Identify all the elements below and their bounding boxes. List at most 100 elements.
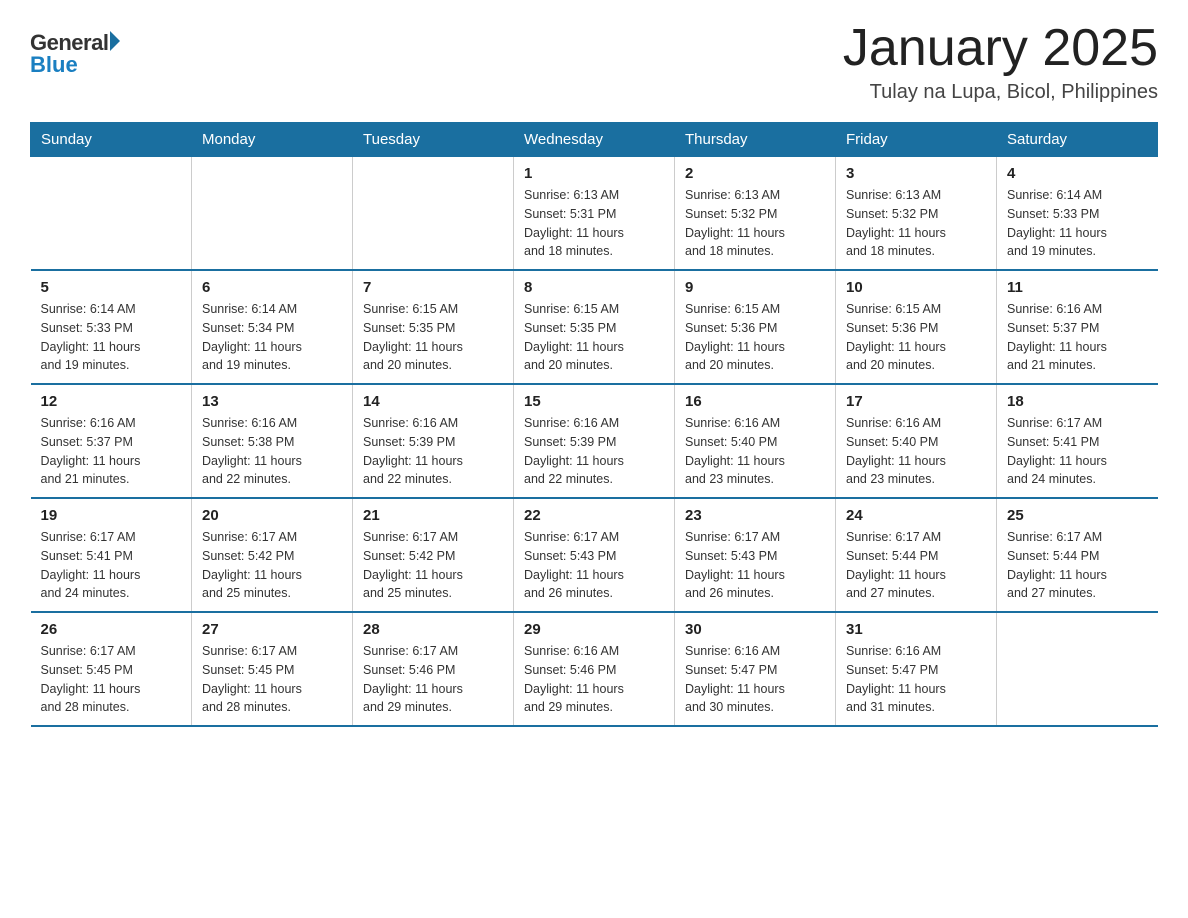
day-number: 2 — [685, 165, 825, 182]
calendar-cell: 11Sunrise: 6:16 AM Sunset: 5:37 PM Dayli… — [997, 270, 1158, 384]
header: General Blue January 2025 Tulay na Lupa,… — [30, 20, 1158, 104]
header-row: SundayMondayTuesdayWednesdayThursdayFrid… — [31, 123, 1158, 157]
week-row-2: 5 Sunrise: 6:14 AM Sunset: 5:33 PM Daylig… — [31, 270, 1158, 384]
calendar-cell — [192, 157, 353, 271]
calendar-cell — [997, 612, 1158, 726]
day-number: 29 — [524, 621, 664, 638]
month-title: January 2025 — [843, 20, 1158, 77]
day-number: 25 — [1007, 507, 1148, 524]
day-number: 9 — [685, 279, 825, 296]
col-header-friday: Friday — [836, 123, 997, 157]
calendar-cell: 9Sunrise: 6:15 AM Sunset: 5:36 PM Daylig… — [675, 270, 836, 384]
day-number: 6 — [202, 279, 342, 296]
day-number: 21 — [363, 507, 503, 524]
calendar-cell: 29Sunrise: 6:16 AM Sunset: 5:46 PM Dayli… — [514, 612, 675, 726]
day-number: 14 — [363, 393, 503, 410]
calendar-cell: 23 Sunrise: 6:17 AM Sunset: 5:43 PM Dayli… — [675, 498, 836, 612]
day-info: Sunrise: 6:14 AM Sunset: 5:33 PM Dayligh… — [1007, 186, 1148, 261]
day-number: 30 — [685, 621, 825, 638]
col-header-wednesday: Wednesday — [514, 123, 675, 157]
calendar-cell: 10Sunrise: 6:15 AM Sunset: 5:36 PM Dayli… — [836, 270, 997, 384]
calendar-cell: 1 Sunrise: 6:13 AM Sunset: 5:31 PM Daylig… — [514, 157, 675, 271]
calendar-cell: 20 Sunrise: 6:17 AM Sunset: 5:42 PM Dayli… — [192, 498, 353, 612]
day-number: 19 — [41, 507, 182, 524]
day-info: Sunrise: 6:16 AM Sunset: 5:40 PM Dayligh… — [685, 414, 825, 489]
col-header-saturday: Saturday — [997, 123, 1158, 157]
calendar-cell: 8 Sunrise: 6:15 AM Sunset: 5:35 PM Daylig… — [514, 270, 675, 384]
calendar-cell: 18 Sunrise: 6:17 AM Sunset: 5:41 PM Dayli… — [997, 384, 1158, 498]
col-header-tuesday: Tuesday — [353, 123, 514, 157]
day-info: Sunrise: 6:16 AM Sunset: 5:47 PM Dayligh… — [846, 642, 986, 717]
col-header-monday: Monday — [192, 123, 353, 157]
calendar-cell: 16 Sunrise: 6:16 AM Sunset: 5:40 PM Dayli… — [675, 384, 836, 498]
day-info: Sunrise: 6:13 AM Sunset: 5:31 PM Dayligh… — [524, 186, 664, 261]
week-row-5: 26 Sunrise: 6:17 AM Sunset: 5:45 PM Dayli… — [31, 612, 1158, 726]
calendar-cell — [353, 157, 514, 271]
day-info: Sunrise: 6:17 AM Sunset: 5:45 PM Dayligh… — [41, 642, 182, 717]
calendar-cell: 28 Sunrise: 6:17 AM Sunset: 5:46 PM Dayli… — [353, 612, 514, 726]
day-info: Sunrise: 6:16 AM Sunset: 5:39 PM Dayligh… — [524, 414, 664, 489]
day-info: Sunrise: 6:13 AM Sunset: 5:32 PM Dayligh… — [846, 186, 986, 261]
calendar-cell: 14 Sunrise: 6:16 AM Sunset: 5:39 PM Dayli… — [353, 384, 514, 498]
day-info: Sunrise: 6:17 AM Sunset: 5:43 PM Dayligh… — [685, 528, 825, 603]
calendar-cell: 24Sunrise: 6:17 AM Sunset: 5:44 PM Dayli… — [836, 498, 997, 612]
col-header-sunday: Sunday — [31, 123, 192, 157]
day-info: Sunrise: 6:16 AM Sunset: 5:39 PM Dayligh… — [363, 414, 503, 489]
calendar-cell: 22Sunrise: 6:17 AM Sunset: 5:43 PM Dayli… — [514, 498, 675, 612]
day-number: 3 — [846, 165, 986, 182]
day-number: 7 — [363, 279, 503, 296]
day-number: 26 — [41, 621, 182, 638]
day-number: 24 — [846, 507, 986, 524]
day-info: Sunrise: 6:17 AM Sunset: 5:41 PM Dayligh… — [1007, 414, 1148, 489]
logo-arrow-icon — [110, 31, 120, 51]
day-number: 1 — [524, 165, 664, 182]
day-info: Sunrise: 6:15 AM Sunset: 5:35 PM Dayligh… — [363, 300, 503, 375]
calendar-cell: 4 Sunrise: 6:14 AM Sunset: 5:33 PM Daylig… — [997, 157, 1158, 271]
day-number: 23 — [685, 507, 825, 524]
calendar-cell: 26 Sunrise: 6:17 AM Sunset: 5:45 PM Dayli… — [31, 612, 192, 726]
location-subtitle: Tulay na Lupa, Bicol, Philippines — [843, 81, 1158, 104]
day-number: 13 — [202, 393, 342, 410]
day-info: Sunrise: 6:16 AM Sunset: 5:37 PM Dayligh… — [41, 414, 182, 489]
day-info: Sunrise: 6:17 AM Sunset: 5:41 PM Dayligh… — [41, 528, 182, 603]
day-info: Sunrise: 6:17 AM Sunset: 5:46 PM Dayligh… — [363, 642, 503, 717]
day-number: 11 — [1007, 279, 1148, 296]
day-info: Sunrise: 6:13 AM Sunset: 5:32 PM Dayligh… — [685, 186, 825, 261]
week-row-3: 12Sunrise: 6:16 AM Sunset: 5:37 PM Dayli… — [31, 384, 1158, 498]
calendar-cell: 21Sunrise: 6:17 AM Sunset: 5:42 PM Dayli… — [353, 498, 514, 612]
calendar-cell: 5 Sunrise: 6:14 AM Sunset: 5:33 PM Daylig… — [31, 270, 192, 384]
calendar-cell: 7 Sunrise: 6:15 AM Sunset: 5:35 PM Daylig… — [353, 270, 514, 384]
calendar-cell: 15 Sunrise: 6:16 AM Sunset: 5:39 PM Dayli… — [514, 384, 675, 498]
calendar-cell: 3 Sunrise: 6:13 AM Sunset: 5:32 PM Daylig… — [836, 157, 997, 271]
day-info: Sunrise: 6:17 AM Sunset: 5:42 PM Dayligh… — [202, 528, 342, 603]
day-number: 16 — [685, 393, 825, 410]
day-number: 28 — [363, 621, 503, 638]
col-header-thursday: Thursday — [675, 123, 836, 157]
day-number: 18 — [1007, 393, 1148, 410]
day-number: 27 — [202, 621, 342, 638]
logo-blue-text: Blue — [30, 52, 120, 78]
day-number: 15 — [524, 393, 664, 410]
day-info: Sunrise: 6:17 AM Sunset: 5:45 PM Dayligh… — [202, 642, 342, 717]
day-info: Sunrise: 6:16 AM Sunset: 5:38 PM Dayligh… — [202, 414, 342, 489]
day-info: Sunrise: 6:14 AM Sunset: 5:33 PM Dayligh… — [41, 300, 182, 375]
day-info: Sunrise: 6:17 AM Sunset: 5:44 PM Dayligh… — [1007, 528, 1148, 603]
day-info: Sunrise: 6:15 AM Sunset: 5:36 PM Dayligh… — [846, 300, 986, 375]
calendar-cell — [31, 157, 192, 271]
calendar-cell: 19 Sunrise: 6:17 AM Sunset: 5:41 PM Dayli… — [31, 498, 192, 612]
day-info: Sunrise: 6:14 AM Sunset: 5:34 PM Dayligh… — [202, 300, 342, 375]
day-number: 17 — [846, 393, 986, 410]
day-number: 5 — [41, 279, 182, 296]
day-number: 4 — [1007, 165, 1148, 182]
calendar-cell: 27 Sunrise: 6:17 AM Sunset: 5:45 PM Dayli… — [192, 612, 353, 726]
day-info: Sunrise: 6:17 AM Sunset: 5:43 PM Dayligh… — [524, 528, 664, 603]
calendar-cell: 6 Sunrise: 6:14 AM Sunset: 5:34 PM Daylig… — [192, 270, 353, 384]
week-row-4: 19 Sunrise: 6:17 AM Sunset: 5:41 PM Dayli… — [31, 498, 1158, 612]
day-info: Sunrise: 6:15 AM Sunset: 5:35 PM Dayligh… — [524, 300, 664, 375]
day-info: Sunrise: 6:16 AM Sunset: 5:40 PM Dayligh… — [846, 414, 986, 489]
logo: General Blue — [30, 30, 120, 78]
day-number: 8 — [524, 279, 664, 296]
calendar-cell: 13 Sunrise: 6:16 AM Sunset: 5:38 PM Dayli… — [192, 384, 353, 498]
day-number: 20 — [202, 507, 342, 524]
day-info: Sunrise: 6:16 AM Sunset: 5:47 PM Dayligh… — [685, 642, 825, 717]
